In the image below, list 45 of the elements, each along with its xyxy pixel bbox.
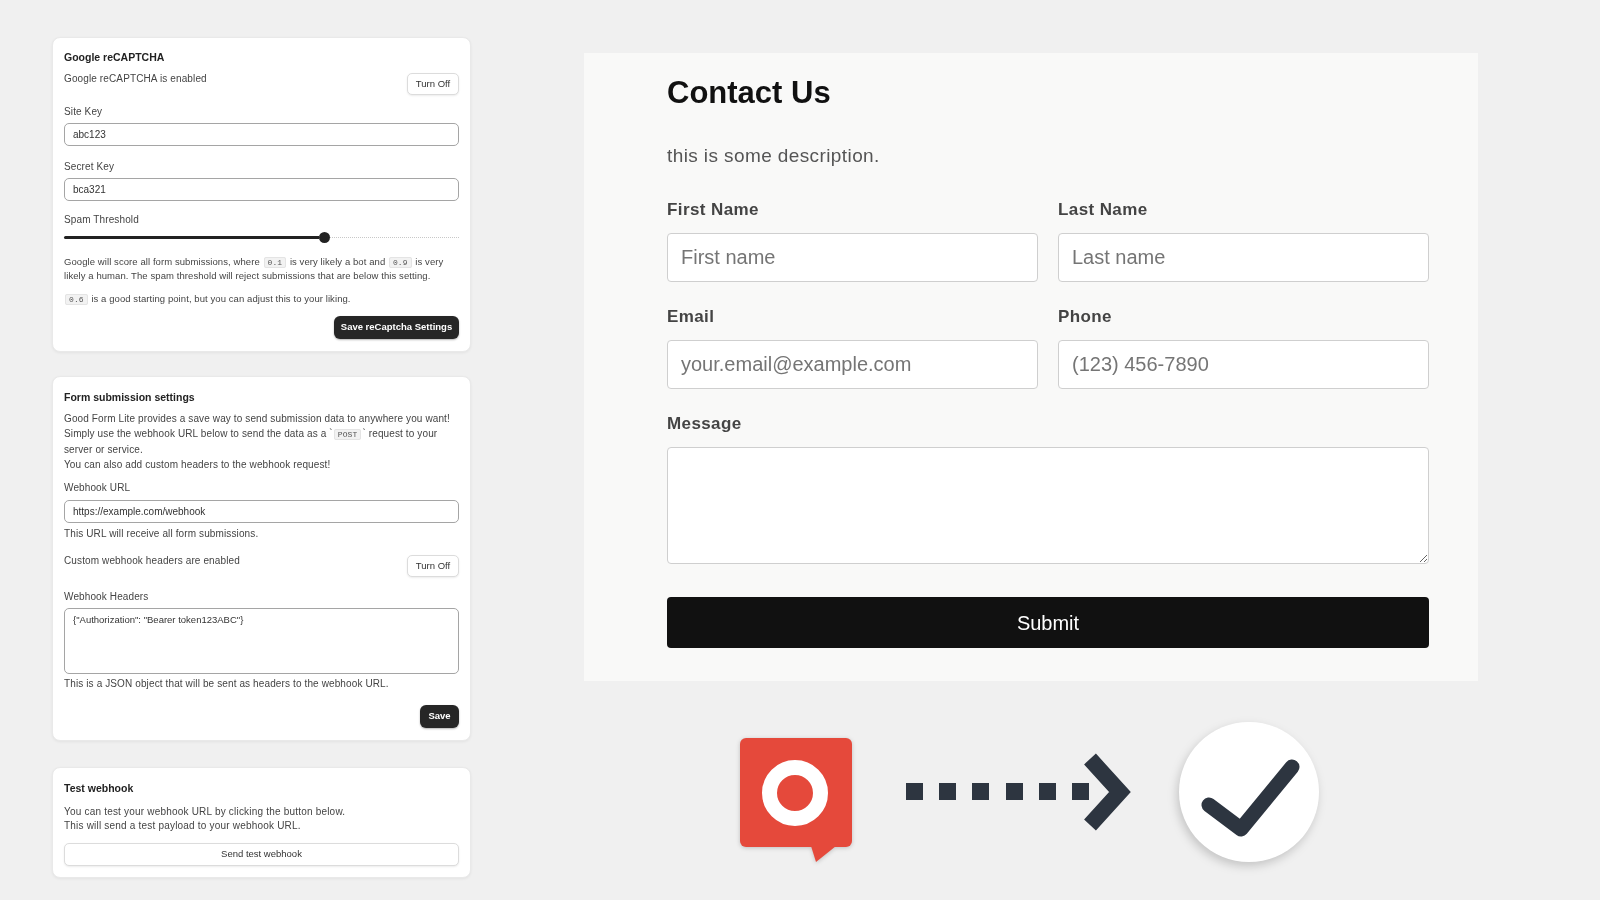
field-label: Webhook Headers (64, 591, 150, 603)
speech-bubble-icon (739, 738, 852, 862)
form-title: Contact Us (667, 75, 832, 111)
hint-text: This is a JSON object that will be sent as headers to the webhook URL. (64, 678, 390, 690)
slider-thumb[interactable] (319, 232, 331, 243)
field-label: Site Key (64, 106, 104, 118)
slider-track[interactable] (64, 232, 459, 243)
save-button[interactable]: Save (420, 705, 459, 728)
text-input[interactable]: bca321 (64, 178, 459, 201)
field-label: Message (667, 413, 743, 435)
help-text: 0.6 is a good starting point, but you can adjust this to your liking. (64, 292, 459, 306)
status-text: Google reCAPTCHA is enabled (64, 73, 207, 85)
hint-text: This URL will receive all form submissions. (64, 528, 260, 540)
submit-button[interactable]: Submit (667, 597, 1429, 648)
field-label: First Name (667, 199, 760, 221)
card-title: Google reCAPTCHA (64, 50, 166, 64)
turn-off-button[interactable]: Turn Off (407, 555, 459, 577)
text-input[interactable]: Last name (1058, 233, 1429, 282)
help-text: Good Form Lite provides a save way to send submission data to anywhere you want! (64, 412, 451, 426)
text-input[interactable]: your.email@example.com (667, 340, 1038, 389)
help-text: You can also add custom headers to the webhook request! (64, 458, 332, 472)
field-label: Webhook URL (64, 482, 132, 494)
text-input[interactable]: First name (667, 233, 1038, 282)
help-text: Google will score all form submissions, where 0.1 is very likely a bot and 0.9 is very likely a human. The spam threshold will reject submissions that are below this setting. (64, 255, 445, 282)
check-circle-icon (1177, 721, 1320, 863)
help-text: Simply use the webhook URL below to send the data as a ` POST ` request to your server or service. (64, 427, 439, 457)
send-test-button[interactable]: Send test webhook (64, 843, 459, 866)
card-title: Test webhook (64, 781, 135, 795)
save-button[interactable]: Save reCaptcha Settings (334, 316, 459, 339)
field-label: Last Name (1058, 199, 1149, 221)
text-input[interactable]: (123) 456-7890 (1058, 340, 1429, 389)
status-text: Custom webhook headers are enabled (64, 555, 240, 567)
field-label: Secret Key (64, 161, 116, 173)
field-label: Spam Threshold (64, 214, 140, 226)
help-text: You can test your webhook URL by clicking the button below. (64, 805, 347, 819)
text-input[interactable]: https://example.com/webhook (64, 500, 459, 523)
field-label: Phone (1058, 306, 1113, 328)
field-label: Email (667, 306, 716, 328)
turn-off-button[interactable]: Turn Off (407, 73, 459, 95)
dotted-arrow-icon (905, 751, 1132, 833)
text-input[interactable]: abc123 (64, 123, 459, 146)
card-title: Form submission settings (64, 390, 196, 404)
headers-textarea[interactable]: {"Authorization": "Bearer token123ABC"} (64, 608, 459, 674)
form-description: this is some description. (667, 144, 881, 168)
help-text: This will send a test payload to your webhook URL. (64, 819, 302, 833)
